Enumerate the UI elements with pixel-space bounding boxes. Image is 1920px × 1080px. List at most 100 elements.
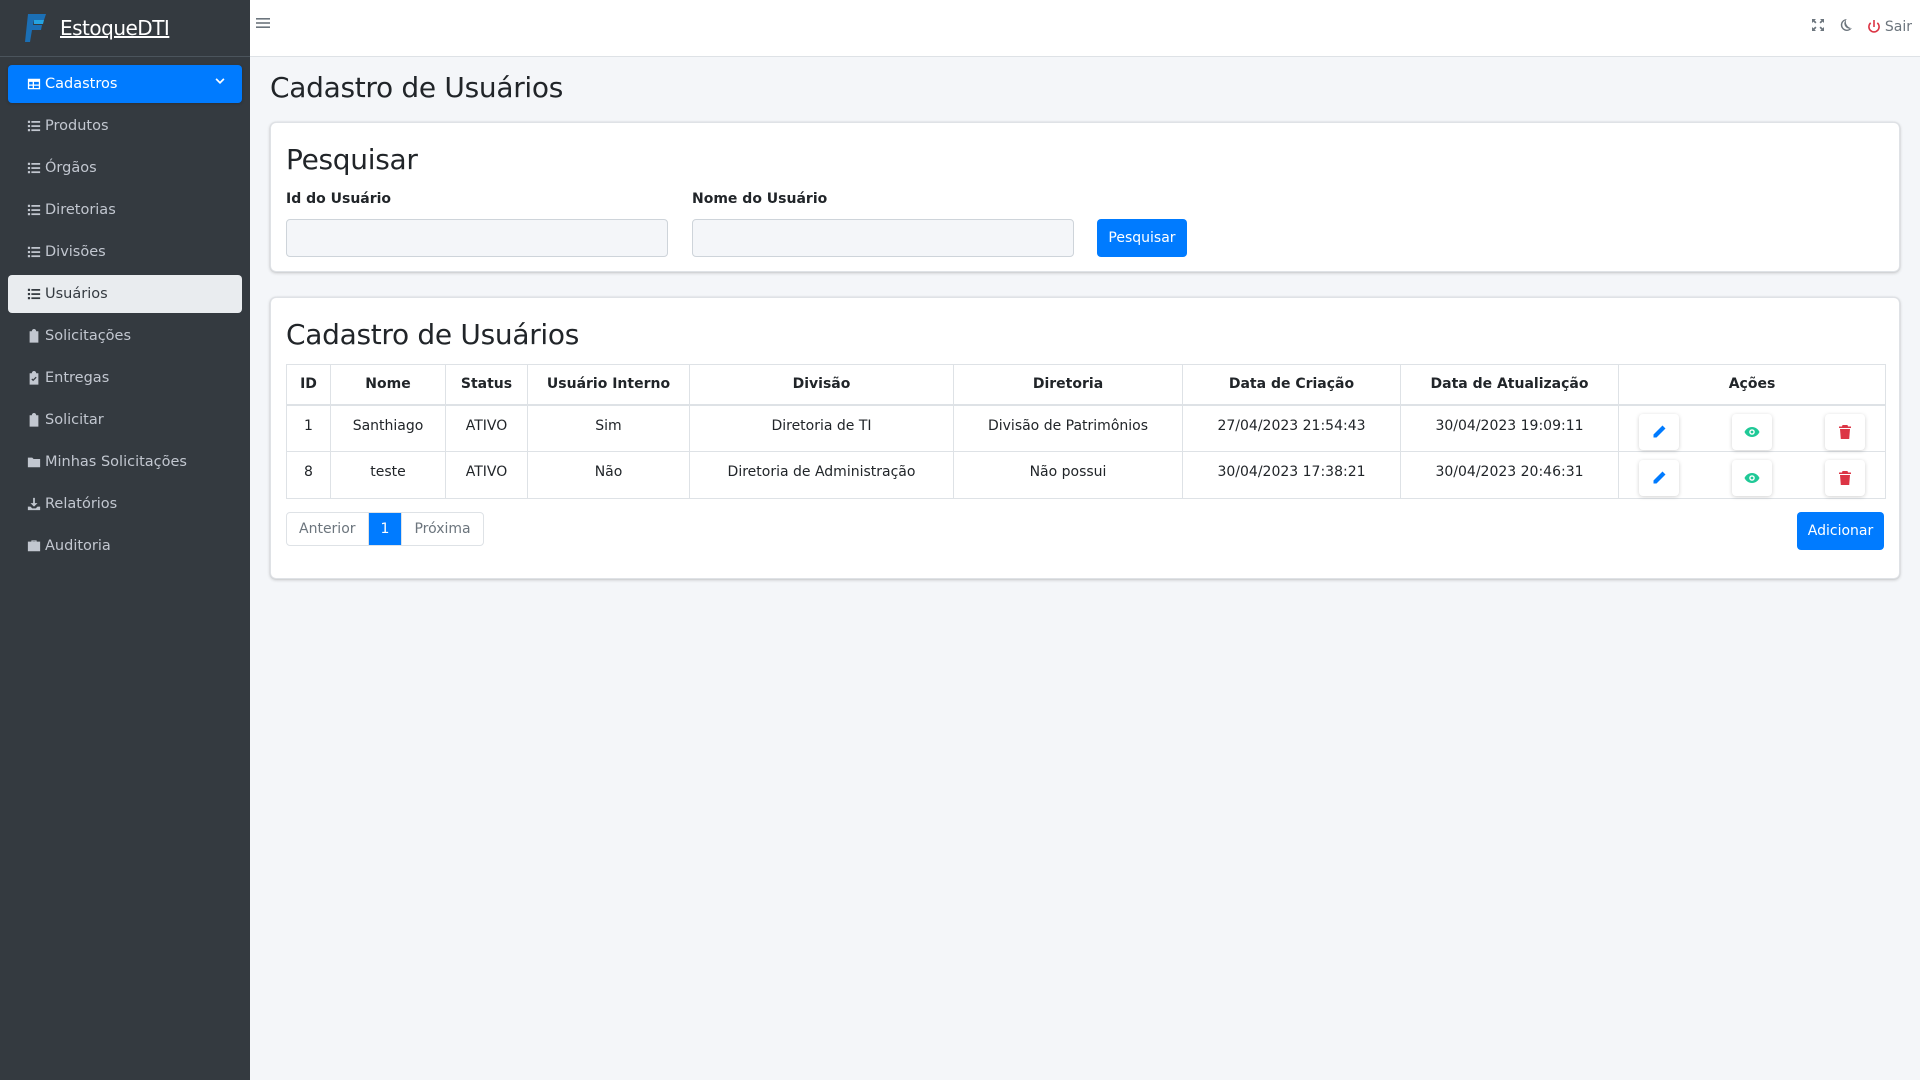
table-icon <box>26 76 42 92</box>
list-icon <box>26 244 42 260</box>
column-header-status: Status <box>445 364 528 406</box>
sidebar: EstoqueDTI Cadastros Produtos Órgãos Dir… <box>0 0 250 1080</box>
cell-status: ATIVO <box>445 451 528 499</box>
search-button[interactable]: Pesquisar <box>1097 219 1187 257</box>
dark-mode-moon-icon[interactable] <box>1839 18 1853 36</box>
cell-data-criacao: 30/04/2023 17:38:21 <box>1182 451 1401 499</box>
cell-status: ATIVO <box>445 404 528 452</box>
cell-diretoria: Não possui <box>953 451 1183 499</box>
view-button[interactable] <box>1732 460 1772 496</box>
download-icon <box>26 496 42 512</box>
sidebar-item-solicitar[interactable]: Solicitar <box>8 401 242 439</box>
trash-icon <box>1839 424 1851 439</box>
sidebar-item-orgaos[interactable]: Órgãos <box>8 149 242 187</box>
pagination-previous[interactable]: Anterior <box>287 513 369 545</box>
power-icon <box>1867 20 1880 33</box>
column-header-acoes: Ações <box>1618 364 1886 406</box>
user-id-label: Id do Usuário <box>286 191 392 207</box>
sidebar-item-label: Diretorias <box>45 202 116 218</box>
sidebar-item-auditoria[interactable]: Auditoria <box>8 527 242 565</box>
main-content: Cadastro de Usuários Pesquisar Id do Usu… <box>250 57 1920 1080</box>
sidebar-item-label: Órgãos <box>45 160 97 176</box>
column-header-nome: Nome <box>330 364 446 406</box>
sidebar-item-divisoes[interactable]: Divisões <box>8 233 242 271</box>
sidebar-item-label: Solicitar <box>45 412 104 428</box>
add-user-button[interactable]: Adicionar <box>1797 512 1884 550</box>
cell-data-atualizacao: 30/04/2023 19:09:11 <box>1400 404 1619 452</box>
brand-name[interactable]: EstoqueDTI <box>60 16 170 40</box>
table-row: 1 Santhiago ATIVO Sim Diretoria de TI Di… <box>286 404 1886 452</box>
pencil-icon <box>1653 471 1666 484</box>
clipboard-icon <box>26 412 42 428</box>
column-header-data-atualizacao: Data de Atualização <box>1400 364 1619 406</box>
clipboard-check-icon <box>26 370 42 386</box>
search-card-title: Pesquisar <box>286 143 418 176</box>
eye-icon <box>1744 426 1760 437</box>
column-header-data-criacao: Data de Criação <box>1182 364 1401 406</box>
trash-icon <box>1839 471 1851 485</box>
pagination-next[interactable]: Próxima <box>402 513 482 545</box>
topbar-actions: Sair <box>1811 18 1912 36</box>
user-id-input[interactable] <box>286 219 668 257</box>
cell-acoes <box>1618 451 1886 499</box>
brand-link[interactable]: EstoqueDTI <box>0 0 250 57</box>
menu-toggle-icon[interactable] <box>256 16 272 32</box>
cell-diretoria: Divisão de Patrimônios <box>953 404 1183 452</box>
sidebar-item-solicitacoes[interactable]: Solicitações <box>8 317 242 355</box>
list-icon <box>26 118 42 134</box>
users-table-title: Cadastro de Usuários <box>286 318 580 351</box>
cell-nome: teste <box>330 451 446 499</box>
pencil-icon <box>1653 425 1666 437</box>
column-header-divisao: Divisão <box>689 364 954 406</box>
table-header-row: ID Nome Status Usuário Interno Divisão D… <box>286 364 1886 406</box>
sidebar-item-usuarios[interactable]: Usuários <box>8 275 242 313</box>
eye-icon <box>1744 473 1760 483</box>
cell-data-criacao: 27/04/2023 21:54:43 <box>1182 404 1401 452</box>
user-name-input[interactable] <box>692 219 1074 257</box>
sidebar-item-entregas[interactable]: Entregas <box>8 359 242 397</box>
sidebar-item-minhas-solicitacoes[interactable]: Minhas Solicitações <box>8 443 242 481</box>
delete-button[interactable] <box>1825 460 1865 496</box>
column-header-usuario-interno: Usuário Interno <box>527 364 690 406</box>
clipboard-icon <box>26 328 42 344</box>
cell-acoes <box>1618 404 1886 452</box>
users-table-card: Cadastro de Usuários ID Nome Status Usuá… <box>270 297 1900 579</box>
fullscreen-icon[interactable] <box>1811 18 1825 36</box>
view-button[interactable] <box>1732 413 1772 450</box>
cell-divisao: Diretoria de Administração <box>689 451 954 499</box>
search-card: Pesquisar Id do Usuário Nome do Usuário … <box>270 122 1900 272</box>
page-title: Cadastro de Usuários <box>270 71 564 104</box>
column-header-id: ID <box>286 364 331 406</box>
sidebar-item-label: Produtos <box>45 118 109 134</box>
cell-divisao: Diretoria de TI <box>689 404 954 452</box>
folder-icon <box>26 454 42 470</box>
sidebar-item-label: Divisões <box>45 244 106 260</box>
cell-usuario-interno: Sim <box>527 404 690 452</box>
top-navbar: Sair <box>250 0 1920 57</box>
cell-nome: Santhiago <box>330 404 446 452</box>
sidebar-item-label: Minhas Solicitações <box>45 454 187 470</box>
logout-button[interactable]: Sair <box>1867 19 1912 35</box>
sidebar-item-label: Usuários <box>45 286 108 302</box>
column-header-diretoria: Diretoria <box>953 364 1183 406</box>
sidebar-item-diretorias[interactable]: Diretorias <box>8 191 242 229</box>
sidebar-item-label: Entregas <box>45 370 110 386</box>
pagination: Anterior 1 Próxima <box>286 512 484 546</box>
cell-id: 8 <box>286 451 331 499</box>
users-table: ID Nome Status Usuário Interno Divisão D… <box>286 364 1886 499</box>
edit-button[interactable] <box>1639 413 1679 450</box>
logout-label: Sair <box>1884 19 1912 35</box>
table-row: 8 teste ATIVO Não Diretoria de Administr… <box>286 451 1886 499</box>
user-name-label: Nome do Usuário <box>692 191 828 207</box>
cell-usuario-interno: Não <box>527 451 690 499</box>
cell-id: 1 <box>286 404 331 452</box>
list-icon <box>26 202 42 218</box>
sidebar-item-cadastros[interactable]: Cadastros <box>8 65 242 103</box>
edit-button[interactable] <box>1639 460 1679 496</box>
pagination-page-current[interactable]: 1 <box>368 513 403 545</box>
sidebar-item-relatorios[interactable]: Relatórios <box>8 485 242 523</box>
sidebar-item-produtos[interactable]: Produtos <box>8 107 242 145</box>
delete-button[interactable] <box>1825 413 1865 450</box>
briefcase-icon <box>26 538 42 554</box>
brand-logo-icon <box>25 14 46 42</box>
